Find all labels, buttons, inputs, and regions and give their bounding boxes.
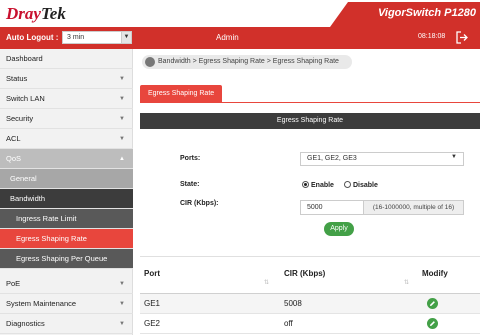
sidebar-item-acl[interactable]: ACL ▼ bbox=[0, 129, 133, 149]
radio-empty-icon bbox=[344, 181, 351, 188]
auto-logout-value: 3 min bbox=[67, 34, 85, 41]
sidebar-item-status[interactable]: Status ▼ bbox=[0, 69, 133, 89]
chevron-down-icon: ▼ bbox=[119, 301, 125, 307]
tab-egress-shaping-rate[interactable]: Egress Shaping Rate bbox=[140, 85, 223, 102]
ports-select[interactable]: GE1, GE2, GE3 ▼ bbox=[300, 152, 464, 166]
state-enable-radio[interactable]: Enable bbox=[302, 181, 334, 189]
sort-icon[interactable]: ⇅ bbox=[404, 279, 409, 286]
port-cell: GE2 bbox=[144, 319, 161, 328]
sidebar-item-general[interactable]: General bbox=[0, 169, 133, 189]
sidebar-item-egress-shaping-rate[interactable]: Egress Shaping Rate bbox=[0, 229, 133, 249]
table-header: Port ⇅ CIR (Kbps) ⇅ Modify bbox=[140, 256, 480, 294]
column-header-modify: Modify bbox=[422, 269, 448, 278]
chevron-down-icon: ▼ bbox=[119, 281, 125, 287]
model-name: VigorSwitch P1280 bbox=[377, 7, 476, 19]
chevron-down-icon: ▼ bbox=[119, 321, 125, 327]
user-name: Admin bbox=[216, 33, 239, 42]
chevron-up-icon: ▲ bbox=[119, 156, 125, 162]
sidebar-item-security[interactable]: Security ▼ bbox=[0, 109, 133, 129]
top-header: DrayTek VigorSwitch P1280 bbox=[0, 0, 480, 27]
auto-logout-label: Auto Logout : bbox=[6, 33, 59, 42]
main-content: Bandwidth > Egress Shaping Rate > Egress… bbox=[134, 49, 480, 335]
chevron-down-icon: ▼ bbox=[119, 96, 125, 102]
state-label: State: bbox=[180, 181, 200, 188]
sidebar-item-ingress-rate-limit[interactable]: Ingress Rate Limit bbox=[0, 209, 133, 229]
sidebar-item-switch-lan[interactable]: Switch LAN ▼ bbox=[0, 89, 133, 109]
tab-underline bbox=[140, 102, 480, 103]
sidebar-item-dashboard[interactable]: Dashboard bbox=[0, 49, 133, 69]
sidebar-item-diagnostics[interactable]: Diagnostics ▼ bbox=[0, 314, 133, 334]
edit-icon[interactable] bbox=[427, 318, 438, 329]
clock: 08:18:08 bbox=[418, 33, 446, 40]
chevron-down-icon: ▼ bbox=[119, 76, 125, 82]
cir-cell: off bbox=[284, 319, 293, 328]
sidebar: Dashboard Status ▼ Switch LAN ▼ Security ▼ … bbox=[0, 49, 133, 335]
draytek-logo: DrayTek bbox=[6, 4, 66, 23]
radio-selected-icon bbox=[302, 181, 309, 188]
state-disable-radio[interactable]: Disable bbox=[344, 181, 378, 189]
cir-range-hint: (16-1000000, multiple of 16) bbox=[364, 200, 464, 215]
sort-icon[interactable]: ⇅ bbox=[264, 279, 269, 286]
status-bar: Auto Logout : 3 min ▼ Admin 08:18:08 bbox=[0, 27, 480, 49]
chevron-down-icon: ▼ bbox=[119, 136, 125, 142]
model-banner: VigorSwitch P1280 bbox=[330, 2, 480, 27]
table-row: GE1 5008 bbox=[140, 294, 480, 314]
breadcrumb-text: Bandwidth > Egress Shaping Rate > Egress… bbox=[158, 58, 339, 65]
apply-button[interactable]: Apply bbox=[324, 222, 354, 236]
cir-label: CIR (Kbps): bbox=[180, 200, 219, 207]
sidebar-item-poe[interactable]: PoE ▼ bbox=[0, 274, 133, 294]
column-header-port[interactable]: Port bbox=[144, 269, 160, 278]
sidebar-item-bandwidth[interactable]: Bandwidth bbox=[0, 189, 133, 209]
chevron-down-icon: ▼ bbox=[119, 116, 125, 122]
cir-input[interactable]: 5000 bbox=[300, 200, 364, 215]
cir-cell: 5008 bbox=[284, 299, 302, 308]
sidebar-item-system-maintenance[interactable]: System Maintenance ▼ bbox=[0, 294, 133, 314]
chevron-down-icon: ▼ bbox=[451, 154, 457, 160]
chevron-down-icon: ▼ bbox=[121, 32, 131, 43]
panel-title: Egress Shaping Rate bbox=[140, 113, 480, 129]
sidebar-item-egress-shaping-per-queue[interactable]: Egress Shaping Per Queue bbox=[0, 249, 133, 269]
breadcrumb: Bandwidth > Egress Shaping Rate > Egress… bbox=[142, 55, 352, 69]
location-pin-icon bbox=[145, 57, 155, 67]
ports-label: Ports: bbox=[180, 155, 201, 162]
auto-logout-select[interactable]: 3 min ▼ bbox=[62, 31, 132, 44]
logout-icon[interactable] bbox=[456, 31, 468, 44]
edit-icon[interactable] bbox=[427, 298, 438, 309]
sidebar-item-qos[interactable]: QoS ▲ bbox=[0, 149, 133, 169]
ports-value: GE1, GE2, GE3 bbox=[307, 155, 357, 162]
port-cell: GE1 bbox=[144, 299, 161, 308]
table-row: GE2 off bbox=[140, 314, 480, 334]
column-header-cir[interactable]: CIR (Kbps) bbox=[284, 269, 325, 278]
